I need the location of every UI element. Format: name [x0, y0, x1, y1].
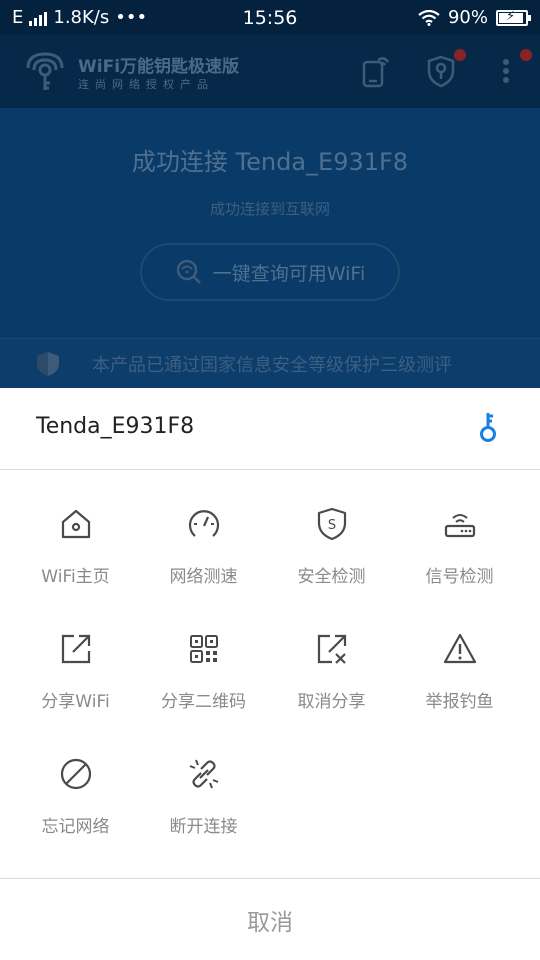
- action-label: 断开连接: [169, 817, 238, 837]
- status-bar: E 1.8K/s ••• 15:56 90% ⚡: [0, 0, 540, 34]
- notification-dot: [520, 49, 532, 61]
- action-label: 取消分享: [297, 692, 366, 712]
- battery-percent: 90%: [447, 7, 488, 28]
- action-cancel-share[interactable]: 取消分享: [264, 595, 399, 715]
- disconnect-icon: [189, 759, 218, 789]
- certification-text: 本产品已通过国家信息安全等级保护三级测评: [92, 355, 452, 376]
- battery-icon: ⚡: [496, 9, 531, 26]
- action-wifi-home[interactable]: WiFi主页: [8, 470, 143, 590]
- search-wifi-icon: [176, 259, 201, 284]
- action-label: 信号检测: [425, 567, 494, 587]
- action-label: 分享WiFi: [41, 692, 110, 712]
- app-main: 成功连接 Tenda_E931F8 成功连接到互联网 一键查询可用WiFi 本产…: [0, 108, 540, 388]
- action-share-wifi[interactable]: 分享WiFi: [8, 595, 143, 715]
- action-label: 分享二维码: [161, 692, 246, 712]
- forget-icon: [60, 758, 91, 790]
- cancel-share-icon: [317, 634, 346, 664]
- cancel-label: 取消: [247, 909, 293, 936]
- notification-dot: [454, 49, 466, 61]
- share-icon: [61, 634, 90, 664]
- action-forget-network[interactable]: 忘记网络: [8, 720, 143, 840]
- action-disconnect[interactable]: 断开连接: [136, 720, 271, 840]
- query-wifi-button[interactable]: 一键查询可用WiFi: [140, 243, 400, 301]
- shield-icon: [37, 352, 59, 376]
- connected-title: 成功连接 Tenda_E931F8: [131, 148, 409, 176]
- action-grid: WiFi主页 网络测速 S 安全检测 信号检测 分享WiFi 分享二维码 取消分…: [0, 470, 540, 878]
- action-label: 网络测速: [169, 567, 238, 587]
- warning-icon: [443, 633, 476, 664]
- app-header: WiFi万能钥匙极速版 连尚网络授权产品: [0, 34, 540, 108]
- connected-subtitle: 成功连接到互联网: [209, 200, 330, 218]
- qrcode-icon: [189, 635, 218, 663]
- phone-connect-icon[interactable]: [360, 54, 390, 88]
- certification-bar: 本产品已通过国家信息安全等级保护三级测评: [0, 338, 540, 388]
- action-security-check[interactable]: S 安全检测: [264, 470, 399, 590]
- action-speed-test[interactable]: 网络测速: [136, 470, 271, 590]
- brand-subtitle: 连尚网络授权产品: [78, 78, 214, 91]
- cancel-button[interactable]: 取消: [0, 878, 540, 960]
- speedometer-icon: [188, 510, 219, 537]
- action-signal-check[interactable]: 信号检测: [392, 470, 527, 590]
- key-icon: [480, 413, 496, 442]
- security-key-icon[interactable]: [426, 54, 456, 88]
- action-label: WiFi主页: [41, 567, 110, 587]
- status-right: 90% ⚡: [418, 7, 531, 28]
- action-share-qrcode[interactable]: 分享二维码: [136, 595, 271, 715]
- home-icon: [61, 509, 90, 539]
- shield-s-icon: S: [317, 507, 346, 541]
- sheet-header: Tenda_E931F8: [0, 388, 540, 470]
- action-label: 举报钓鱼: [425, 692, 494, 712]
- action-report-phishing[interactable]: 举报钓鱼: [392, 595, 527, 715]
- wifi-icon: [418, 9, 440, 26]
- svg-text:S: S: [327, 518, 335, 533]
- action-sheet: Tenda_E931F8 WiFi主页 网络测速 S 安全检测 信号检测 分享W…: [0, 388, 540, 960]
- brand-title: WiFi万能钥匙极速版: [78, 57, 240, 77]
- action-label: 忘记网络: [41, 817, 110, 837]
- more-menu-icon[interactable]: [494, 54, 518, 88]
- network-ssid: Tenda_E931F8: [36, 414, 195, 439]
- action-label: 安全检测: [297, 567, 366, 587]
- router-icon: [444, 514, 475, 538]
- wifi-key-logo-icon: [26, 52, 64, 90]
- query-wifi-label: 一键查询可用WiFi: [212, 262, 366, 285]
